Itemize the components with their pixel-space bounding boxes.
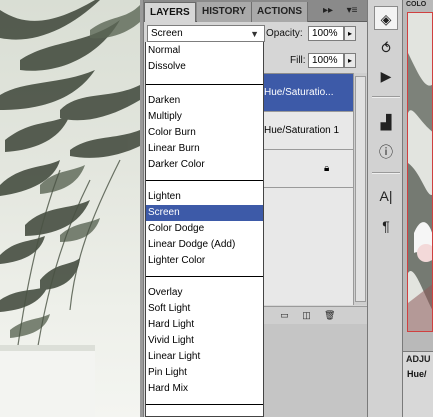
- panel-tab-bar: LAYERS HISTORY ACTIONS ▸▸ ▾≡: [144, 0, 368, 22]
- menu-separator: [146, 180, 263, 181]
- menu-item-linear-light[interactable]: Linear Light: [146, 349, 263, 365]
- menu-separator: [146, 276, 263, 277]
- fill-arrow-icon[interactable]: ▸: [344, 53, 356, 68]
- menu-item-overlay[interactable]: Overlay: [146, 285, 263, 301]
- layer-name: Hue/Saturation 1: [264, 125, 340, 136]
- menu-separator: [146, 84, 263, 85]
- adjustments-panel: ADJU Hue/: [403, 351, 433, 417]
- layer-row[interactable]: Hue/Saturation 1: [264, 112, 353, 150]
- adjustment-title: Hue/: [407, 369, 427, 379]
- histogram-icon[interactable]: ▟: [374, 110, 398, 134]
- fill-field[interactable]: 100%: [308, 53, 344, 68]
- panel-empty-area: [264, 324, 368, 417]
- preview-image: [408, 13, 432, 331]
- fill-label: Fill:: [290, 55, 306, 66]
- menu-item-soft-light[interactable]: Soft Light: [146, 301, 263, 317]
- blend-mode-select[interactable]: Screen ▼: [147, 25, 265, 42]
- menu-item-multiply[interactable]: Multiply: [146, 109, 263, 125]
- layers-list: Hue/Saturatio... Hue/Saturation 1 🔒︎: [264, 73, 353, 305]
- paragraph-icon[interactable]: ¶: [374, 214, 398, 238]
- menu-item-darken[interactable]: Darken: [146, 93, 263, 109]
- trash-icon[interactable]: 🗑︎: [324, 310, 335, 320]
- new-group-icon[interactable]: ▭: [279, 310, 290, 320]
- menu-item-dissolve[interactable]: Dissolve: [146, 59, 263, 75]
- tab-color[interactable]: COLO: [406, 1, 433, 9]
- panel-icon-strip: ◈ ⥀ ▶ ▟ ⓘ A| ¶: [367, 0, 403, 417]
- panel-menu-icon[interactable]: ▾≡: [342, 4, 362, 18]
- tab-actions[interactable]: ACTIONS: [252, 2, 308, 22]
- opacity-arrow-icon[interactable]: ▸: [344, 26, 356, 41]
- character-icon[interactable]: A|: [374, 184, 398, 208]
- layers-scrollbar[interactable]: [353, 73, 367, 305]
- menu-item-lighten[interactable]: Lighten: [146, 189, 263, 205]
- lock-icon: 🔒︎: [324, 163, 330, 174]
- layer-row[interactable]: 🔒︎: [264, 150, 353, 188]
- right-panel: COLO ADJU Hue/: [403, 0, 433, 417]
- menu-item-linear-dodge[interactable]: Linear Dodge (Add): [146, 237, 263, 253]
- menu-item-linear-burn[interactable]: Linear Burn: [146, 141, 263, 157]
- menu-item-darker-color[interactable]: Darker Color: [146, 157, 263, 173]
- strip-divider: [372, 96, 400, 98]
- tab-adjustments[interactable]: ADJU: [406, 354, 431, 364]
- menu-item-normal[interactable]: Normal: [146, 43, 263, 59]
- strip-divider: [372, 172, 400, 174]
- expand-tabs-icon[interactable]: ▸▸: [320, 4, 336, 18]
- layer-name: Hue/Saturatio...: [264, 87, 334, 98]
- navigator-preview[interactable]: [407, 12, 433, 332]
- history-brush-icon[interactable]: ⥀: [374, 36, 398, 60]
- menu-item-screen[interactable]: Screen: [146, 205, 263, 221]
- menu-item-lighter-color[interactable]: Lighter Color: [146, 253, 263, 269]
- opacity-label: Opacity:: [266, 28, 303, 39]
- blend-mode-value: Screen: [151, 28, 183, 39]
- menu-item-pin-light[interactable]: Pin Light: [146, 365, 263, 381]
- info-icon[interactable]: ⓘ: [374, 140, 398, 164]
- blend-mode-dropdown[interactable]: Normal Dissolve Darken Multiply Color Bu…: [145, 42, 264, 417]
- menu-item-color-burn[interactable]: Color Burn: [146, 125, 263, 141]
- play-action-icon[interactable]: ▶: [374, 64, 398, 88]
- layers-footer: ▭ ◫ 🗑︎: [264, 306, 367, 324]
- document-canvas[interactable]: [0, 0, 140, 417]
- plant-photo: [0, 0, 140, 417]
- chevron-down-icon: ▼: [250, 29, 259, 39]
- tab-layers[interactable]: LAYERS: [144, 2, 196, 22]
- menu-item-hard-mix[interactable]: Hard Mix: [146, 381, 263, 397]
- opacity-field[interactable]: 100%: [308, 26, 344, 41]
- scrollbar-thumb[interactable]: [355, 76, 366, 302]
- layers-stack-icon[interactable]: ◈: [374, 6, 398, 30]
- menu-item-color-dodge[interactable]: Color Dodge: [146, 221, 263, 237]
- menu-separator: [146, 404, 263, 405]
- menu-item-hard-light[interactable]: Hard Light: [146, 317, 263, 333]
- new-layer-icon[interactable]: ◫: [301, 310, 312, 320]
- tab-history[interactable]: HISTORY: [197, 2, 252, 22]
- menu-item-vivid-light[interactable]: Vivid Light: [146, 333, 263, 349]
- layer-row[interactable]: Hue/Saturatio...: [264, 74, 353, 112]
